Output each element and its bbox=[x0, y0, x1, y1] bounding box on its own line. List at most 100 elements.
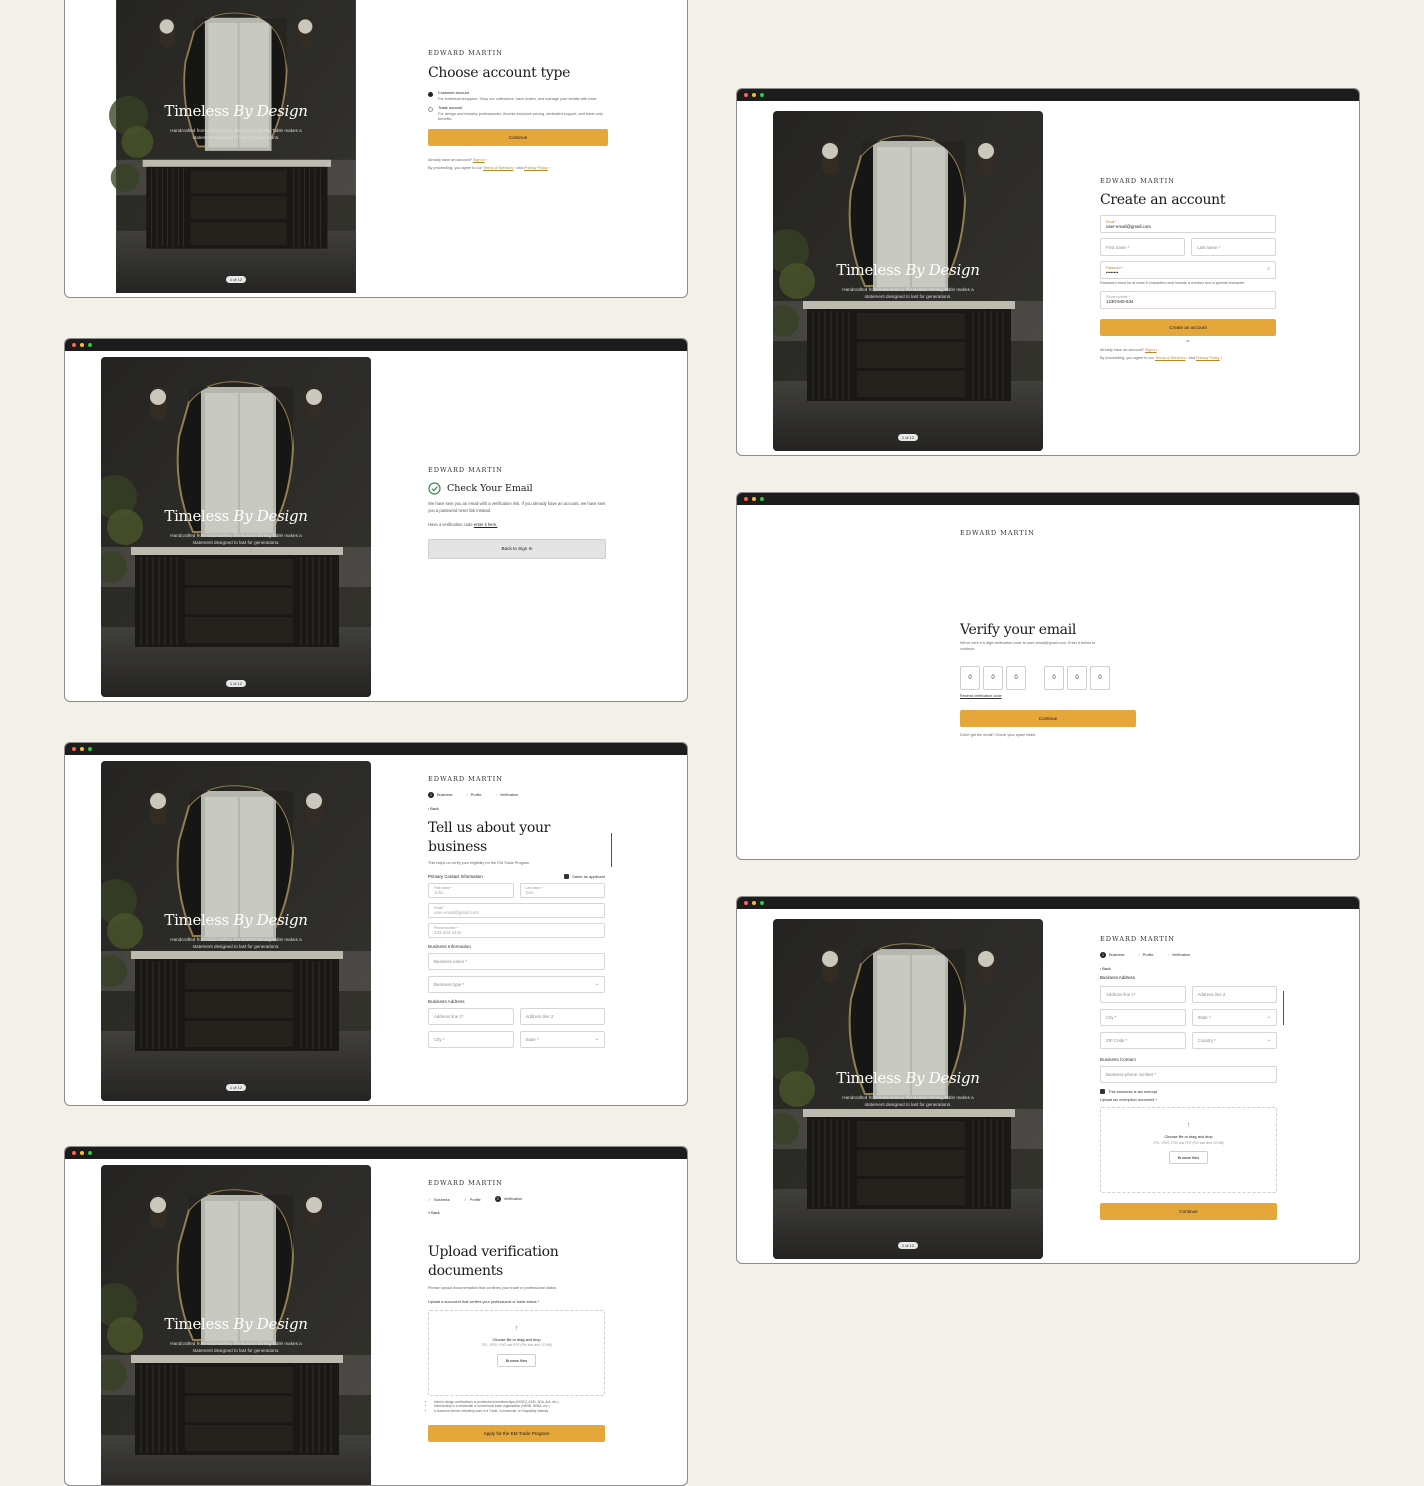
page-title: Check Your Email bbox=[447, 483, 533, 494]
close-dot[interactable] bbox=[72, 747, 76, 751]
step-profile[interactable]: › Profile bbox=[1138, 953, 1153, 957]
step-verification[interactable]: › Verification bbox=[1167, 953, 1190, 957]
scrollbar[interactable] bbox=[1283, 991, 1284, 1025]
phone-field[interactable]: Phone number * 333-333-4444 bbox=[428, 923, 605, 938]
country-select[interactable]: Country * ⌄ bbox=[1191, 1031, 1277, 1049]
back-to-sign-in-button[interactable]: Back to Sign In bbox=[428, 538, 606, 559]
code-digit-6[interactable]: 0 bbox=[1090, 666, 1110, 690]
state-select[interactable]: State * ⌄ bbox=[1191, 1008, 1277, 1026]
bathroom-vanity-photo bbox=[101, 761, 371, 1101]
address-line2-field[interactable]: Address line 2 bbox=[1191, 985, 1277, 1003]
business-name-field[interactable]: Business name * bbox=[428, 953, 605, 970]
page-title: Verify your email bbox=[960, 622, 1077, 638]
maximize-dot[interactable] bbox=[760, 93, 764, 97]
code-digit-4[interactable]: 0 bbox=[1044, 666, 1064, 690]
address-line2-field[interactable]: Address line 2 bbox=[519, 1008, 605, 1025]
continue-button[interactable]: Continue bbox=[1100, 1203, 1277, 1220]
phone-field[interactable]: Phone number * 1230-540-634 bbox=[1100, 290, 1276, 309]
city-field[interactable]: City * bbox=[428, 1031, 514, 1048]
last-name-field[interactable]: Last name * Doe bbox=[519, 883, 605, 898]
carousel-pager[interactable]: 1 of 12 bbox=[226, 276, 246, 283]
step-profile[interactable]: ✓ Profile bbox=[464, 1197, 481, 1202]
state-select[interactable]: State * ⌄ bbox=[519, 1031, 605, 1048]
privacy-link[interactable]: Privacy Policy bbox=[1196, 356, 1220, 360]
check-icon: ✓ bbox=[428, 1197, 432, 1202]
last-name-field[interactable]: Last name * bbox=[1191, 238, 1276, 256]
window-business-address: Timeless By Design Handcrafted from soli… bbox=[736, 896, 1360, 1264]
back-button[interactable]: ⌕ Back bbox=[428, 1211, 605, 1217]
search-icon: ⌕ bbox=[428, 1211, 431, 1215]
create-account-button[interactable]: Create an account bbox=[1100, 318, 1276, 336]
privacy-link[interactable]: Privacy Policy bbox=[524, 166, 548, 170]
carousel-pager[interactable]: 1 of 12 bbox=[226, 680, 246, 687]
minimize-dot[interactable] bbox=[752, 93, 756, 97]
address-line1-field[interactable]: Address line 1* bbox=[428, 1008, 514, 1025]
back-button[interactable]: ‹ Back bbox=[428, 807, 605, 813]
file-dropzone[interactable]: ↑ Choose file or drag and drop JPG, JPEG… bbox=[428, 1309, 605, 1396]
step-verification[interactable]: 3 Verification bbox=[494, 1196, 522, 1202]
same-as-applicant-checkbox[interactable]: Same as applicant bbox=[564, 874, 605, 879]
minimize-dot[interactable] bbox=[80, 1151, 84, 1155]
close-dot[interactable] bbox=[744, 901, 748, 905]
carousel-pager[interactable]: 1 of 12 bbox=[898, 1242, 918, 1249]
minimize-dot[interactable] bbox=[80, 343, 84, 347]
close-dot[interactable] bbox=[72, 1151, 76, 1155]
window-create-account: Timeless By Design Handcrafted from soli… bbox=[736, 88, 1360, 456]
step-profile[interactable]: › Profile bbox=[466, 793, 481, 797]
resend-code-link[interactable]: Resend verification code bbox=[960, 694, 1140, 700]
maximize-dot[interactable] bbox=[88, 747, 92, 751]
password-hint: Password must be at least 8 characters a… bbox=[1100, 281, 1246, 285]
carousel-pager[interactable]: 1 of 12 bbox=[226, 1084, 246, 1091]
address-line1-field[interactable]: Address line 1* bbox=[1100, 985, 1186, 1003]
option-customer-account[interactable]: Customer account For individual shoppers.… bbox=[428, 91, 608, 102]
maximize-dot[interactable] bbox=[88, 1151, 92, 1155]
file-dropzone[interactable]: ↑ Choose file or drag and drop JPG, JPEG… bbox=[1100, 1107, 1277, 1193]
minimize-dot[interactable] bbox=[752, 901, 756, 905]
step-business[interactable]: 1 Business bbox=[1100, 952, 1124, 958]
brand-logo: EDWARD MARTIN bbox=[428, 1179, 503, 1187]
step-business[interactable]: 1 Business bbox=[428, 792, 452, 798]
code-digit-5[interactable]: 0 bbox=[1067, 666, 1087, 690]
code-digit-2[interactable]: 0 bbox=[983, 666, 1003, 690]
city-field[interactable]: City * bbox=[1100, 1008, 1186, 1026]
first-name-field[interactable]: First name * bbox=[1100, 238, 1185, 256]
tax-exempt-checkbox[interactable]: This business is tax exempt bbox=[1100, 1088, 1277, 1094]
minimize-dot[interactable] bbox=[80, 747, 84, 751]
close-dot[interactable] bbox=[744, 93, 748, 97]
terms-link[interactable]: Terms of Services bbox=[483, 166, 513, 170]
carousel-pager[interactable]: 1 of 12 bbox=[898, 434, 918, 441]
close-dot[interactable] bbox=[72, 343, 76, 347]
code-digit-1[interactable]: 0 bbox=[960, 666, 980, 690]
sign-in-link[interactable]: Sign in bbox=[1145, 348, 1157, 352]
option-trade-account[interactable]: Trade account For design and industry pro… bbox=[428, 106, 608, 123]
requirement-item: A business license indicating work in a … bbox=[434, 1409, 605, 1414]
browse-files-button[interactable]: Browse files bbox=[1168, 1151, 1209, 1164]
continue-button[interactable]: Continue bbox=[428, 128, 608, 146]
maximize-dot[interactable] bbox=[760, 497, 764, 501]
zip-code-field[interactable]: ZIP Code * bbox=[1100, 1031, 1186, 1049]
browse-files-button[interactable]: Browse files bbox=[496, 1353, 537, 1367]
apply-trade-program-button[interactable]: Apply for the EM Trade Program bbox=[428, 1425, 605, 1443]
scrollbar[interactable] bbox=[611, 833, 612, 867]
password-field[interactable]: Password * •••••••• ⌕ bbox=[1100, 261, 1276, 279]
maximize-dot[interactable] bbox=[88, 343, 92, 347]
step-business[interactable]: ✓ Business bbox=[428, 1197, 450, 1202]
enter-code-link[interactable]: enter it here. bbox=[474, 522, 498, 527]
step-verification[interactable]: › Verification bbox=[495, 793, 518, 797]
code-digit-3[interactable]: 0 bbox=[1006, 666, 1026, 690]
show-password-icon[interactable]: ⌕ bbox=[1267, 266, 1270, 272]
maximize-dot[interactable] bbox=[760, 901, 764, 905]
email-field[interactable]: Email * user-email@gmail.com bbox=[1100, 215, 1276, 233]
minimize-dot[interactable] bbox=[752, 497, 756, 501]
upload-label: Upload a document that verifies your pro… bbox=[428, 1300, 540, 1304]
email-field[interactable]: Email * user-email@gmail.com bbox=[428, 903, 605, 918]
back-button[interactable]: ‹ Back bbox=[1100, 967, 1277, 973]
sign-in-link[interactable]: Sign in bbox=[473, 158, 485, 162]
first-name-field[interactable]: First name * John bbox=[428, 883, 514, 898]
terms-link[interactable]: Terms of Services bbox=[1155, 356, 1185, 360]
code-separator: - bbox=[1034, 675, 1036, 680]
close-dot[interactable] bbox=[744, 497, 748, 501]
business-phone-field[interactable]: Business phone number * bbox=[1100, 1065, 1277, 1083]
business-type-select[interactable]: Business type * ⌄ bbox=[428, 976, 605, 993]
continue-button[interactable]: Continue bbox=[960, 709, 1136, 727]
